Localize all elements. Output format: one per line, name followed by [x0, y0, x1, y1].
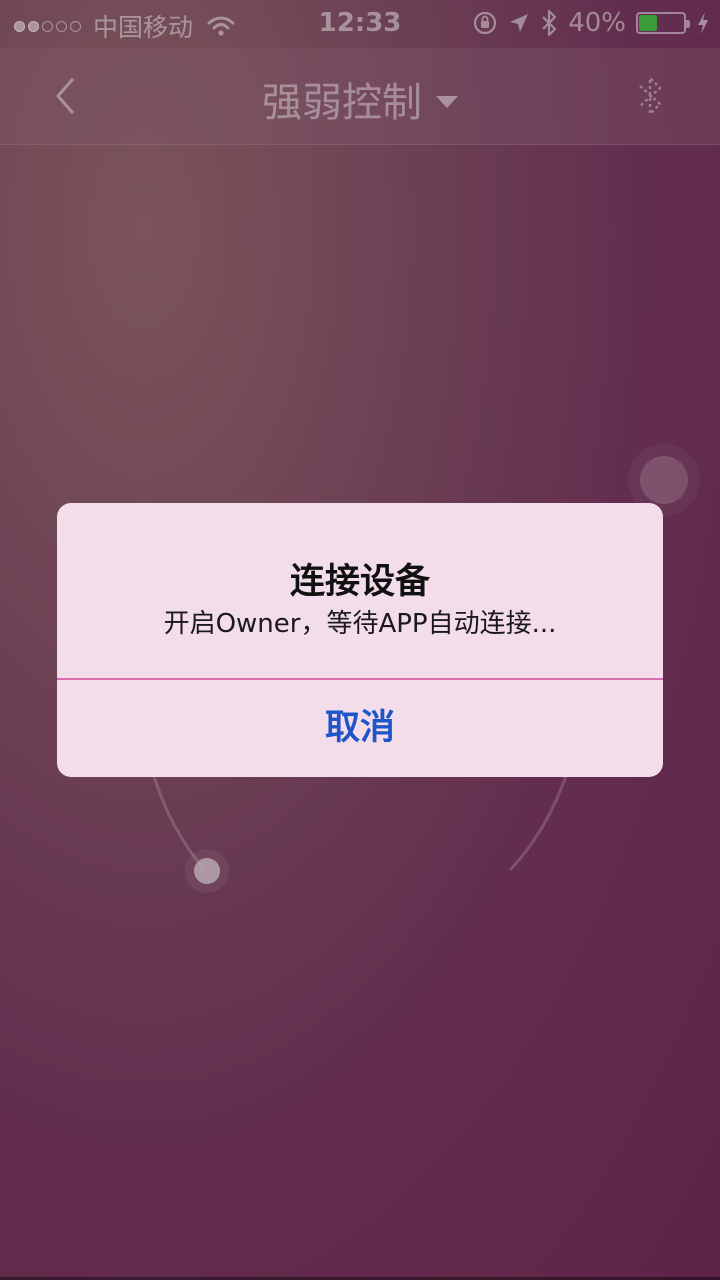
connect-device-alert: 连接设备 开启Owner，等待APP自动连接... 取消 [57, 503, 663, 777]
cancel-button[interactable]: 取消 [57, 680, 663, 777]
screen: 中国移动 12:33 40% 强弱控制 连接设备 开启Owner，等待APP自动… [0, 0, 720, 1280]
alert-message: 开启Owner，等待APP自动连接... [163, 609, 557, 639]
alert-title: 连接设备 [289, 562, 430, 602]
